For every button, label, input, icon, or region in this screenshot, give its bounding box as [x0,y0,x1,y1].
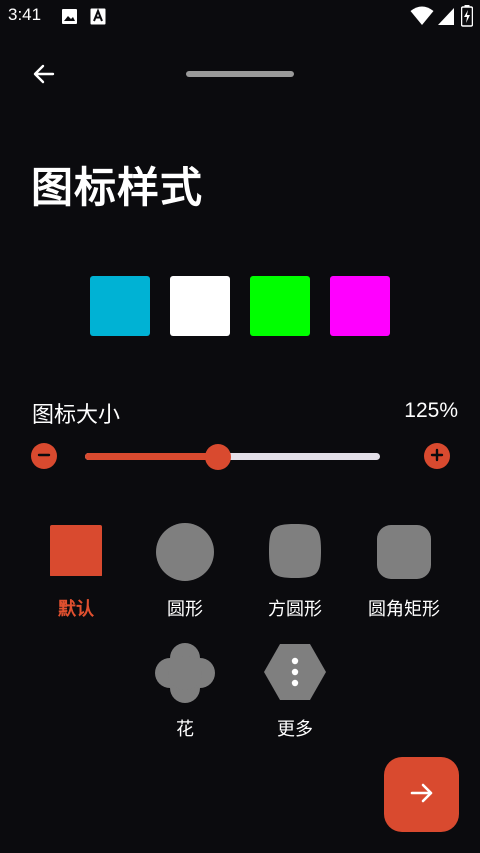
shape-label: 默认 [58,599,94,620]
hexagon-more-icon [262,642,328,706]
status-time: 3:41 [8,5,42,24]
shape-label: 更多 [277,719,313,740]
next-button[interactable] [384,757,459,832]
color-swatch-green[interactable] [250,276,310,336]
shape-option-rounded-rect[interactable]: 圆角矩形 [349,522,459,632]
font-a-icon [90,8,106,29]
drag-handle[interactable] [186,71,294,77]
decrease-size-button[interactable] [31,443,57,469]
plus-icon [430,447,444,466]
shape-option-flower[interactable]: 花 [130,642,240,752]
image-icon [61,8,78,29]
color-swatch-cyan[interactable] [90,276,150,336]
shape-label: 圆角矩形 [368,599,440,620]
circle-shape-icon [155,522,215,586]
wifi-icon [410,6,434,30]
shape-option-more[interactable]: 更多 [240,642,350,752]
flower-shape-icon [154,642,216,708]
shape-option-circle[interactable]: 圆形 [130,522,240,632]
square-shape-icon [49,522,103,580]
cellular-icon [437,6,455,30]
color-swatch-white[interactable] [170,276,230,336]
arrow-right-icon [409,780,435,810]
icon-size-label: 图标大小 [32,403,121,428]
shape-label: 方圆形 [268,599,322,620]
color-swatch-magenta[interactable] [330,276,390,336]
slider-thumb[interactable] [204,444,231,470]
shape-label: 圆形 [167,599,203,620]
minus-icon [37,447,51,466]
shape-option-squircle[interactable]: 方圆形 [240,522,350,632]
status-bar: 3:41 [0,0,480,32]
rounded-rect-shape-icon [376,522,432,584]
increase-size-button[interactable] [424,443,450,469]
squircle-shape-icon [267,522,323,584]
page-title: 图标样式 [31,163,204,212]
icon-size-value: 125% [404,399,458,422]
battery-charging-icon [460,5,474,31]
icon-size-slider[interactable] [85,444,380,470]
shape-label: 花 [176,719,194,740]
back-button[interactable] [26,58,62,94]
slider-fill [85,453,218,460]
arrow-left-icon [32,62,56,90]
shape-option-default[interactable]: 默认 [21,522,131,632]
